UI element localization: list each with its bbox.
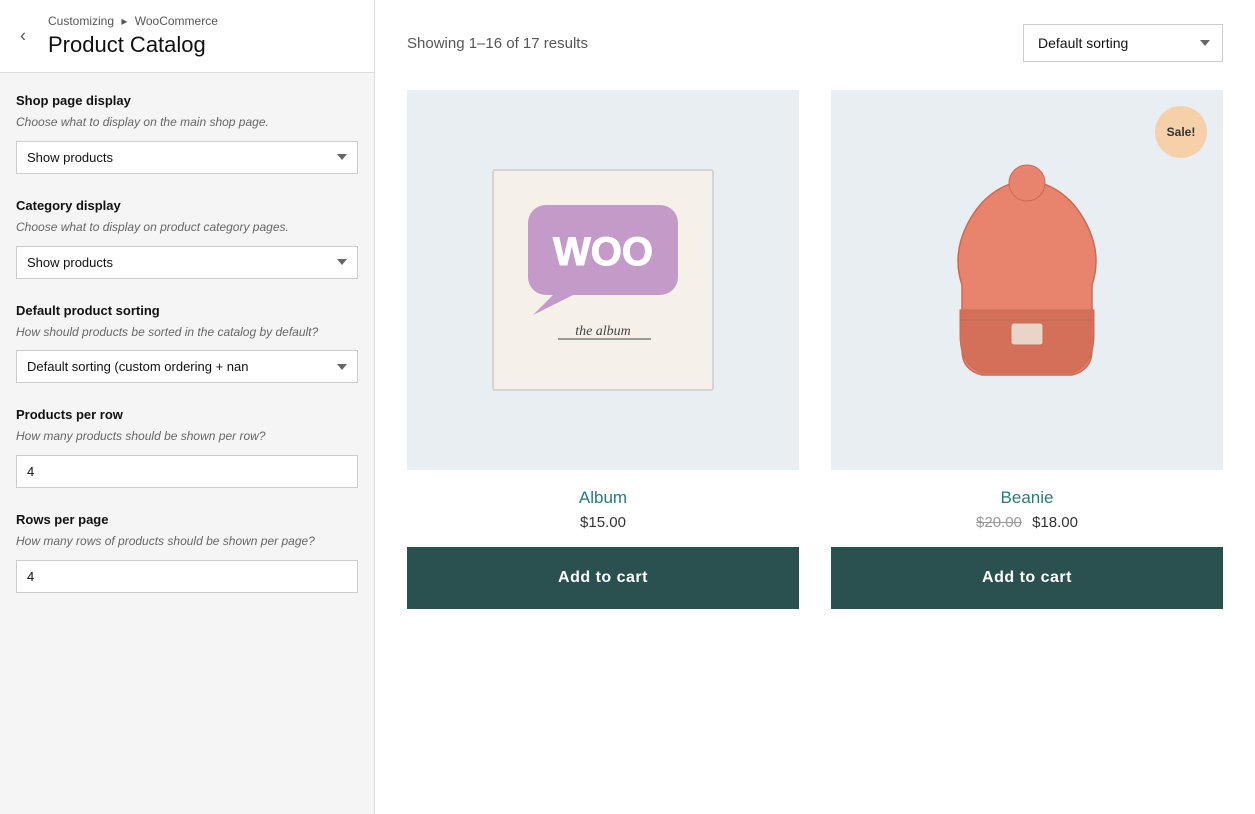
rows-per-page-input[interactable] [16, 560, 358, 593]
product-card-beanie: Sale! Beanie $20.00 $18.00 [831, 90, 1223, 609]
rows-per-page-section: Rows per page How many rows of products … [16, 512, 358, 593]
product-name-beanie: Beanie [1001, 488, 1054, 508]
shop-display-select[interactable]: Show products Show categories Show categ… [16, 141, 358, 174]
product-price-album: $15.00 [580, 514, 626, 531]
products-per-row-section: Products per row How many products shoul… [16, 407, 358, 488]
breadcrumb-separator: ▸ [121, 14, 127, 28]
panel-body: Shop page display Choose what to display… [0, 73, 374, 613]
products-per-row-title: Products per row [16, 407, 358, 422]
svg-text:WOO: WOO [553, 230, 653, 274]
products-per-row-desc: How many products should be shown per ro… [16, 428, 358, 445]
category-display-title: Category display [16, 198, 358, 213]
customizer-panel: ‹ Customizing ▸ WooCommerce Product Cata… [0, 0, 375, 814]
panel-header: ‹ Customizing ▸ WooCommerce Product Cata… [0, 0, 374, 73]
product-image-beanie: Sale! [831, 90, 1223, 470]
sale-badge: Sale! [1155, 106, 1207, 158]
breadcrumb-part1: Customizing [48, 14, 114, 28]
default-sorting-title: Default product sorting [16, 303, 358, 318]
rows-per-page-desc: How many rows of products should be show… [16, 533, 358, 550]
product-price-beanie: $20.00 $18.00 [976, 514, 1078, 531]
products-per-row-input[interactable] [16, 455, 358, 488]
default-sorting-section: Default product sorting How should produ… [16, 303, 358, 384]
album-illustration: WOO the album [473, 150, 733, 410]
default-sorting-desc: How should products be sorted in the cat… [16, 324, 358, 341]
results-count: Showing 1–16 of 17 results [407, 35, 588, 52]
shop-display-title: Shop page display [16, 93, 358, 108]
category-display-select[interactable]: Show products Show categories Show categ… [16, 246, 358, 279]
shop-display-section: Shop page display Choose what to display… [16, 93, 358, 174]
default-sorting-select[interactable]: Default sorting (custom ordering + nan P… [16, 350, 358, 383]
shop-display-desc: Choose what to display on the main shop … [16, 114, 358, 131]
product-image-album: WOO the album [407, 90, 799, 470]
add-to-cart-beanie[interactable]: Add to cart [831, 547, 1223, 609]
category-display-desc: Choose what to display on product catego… [16, 219, 358, 236]
catalog-header: Showing 1–16 of 17 results Default sorti… [407, 24, 1223, 62]
breadcrumb-part2: WooCommerce [135, 14, 218, 28]
breadcrumb: Customizing ▸ WooCommerce [48, 14, 358, 28]
product-card-album: WOO the album Album $15.00 Add to cart [407, 90, 799, 609]
sale-price-beanie: $18.00 [1032, 514, 1078, 531]
products-grid: WOO the album Album $15.00 Add to cart S… [407, 90, 1223, 609]
add-to-cart-album[interactable]: Add to cart [407, 547, 799, 609]
category-display-section: Category display Choose what to display … [16, 198, 358, 279]
back-icon: ‹ [20, 26, 26, 46]
beanie-illustration [932, 155, 1122, 405]
svg-text:the album: the album [575, 324, 631, 339]
panel-title: Product Catalog [48, 32, 358, 58]
sort-select[interactable]: Default sorting Popularity Average ratin… [1023, 24, 1223, 62]
back-button[interactable]: ‹ [12, 22, 34, 51]
rows-per-page-title: Rows per page [16, 512, 358, 527]
product-catalog-panel: Showing 1–16 of 17 results Default sorti… [375, 0, 1255, 814]
product-name-album: Album [579, 488, 627, 508]
original-price-beanie: $20.00 [976, 514, 1022, 531]
